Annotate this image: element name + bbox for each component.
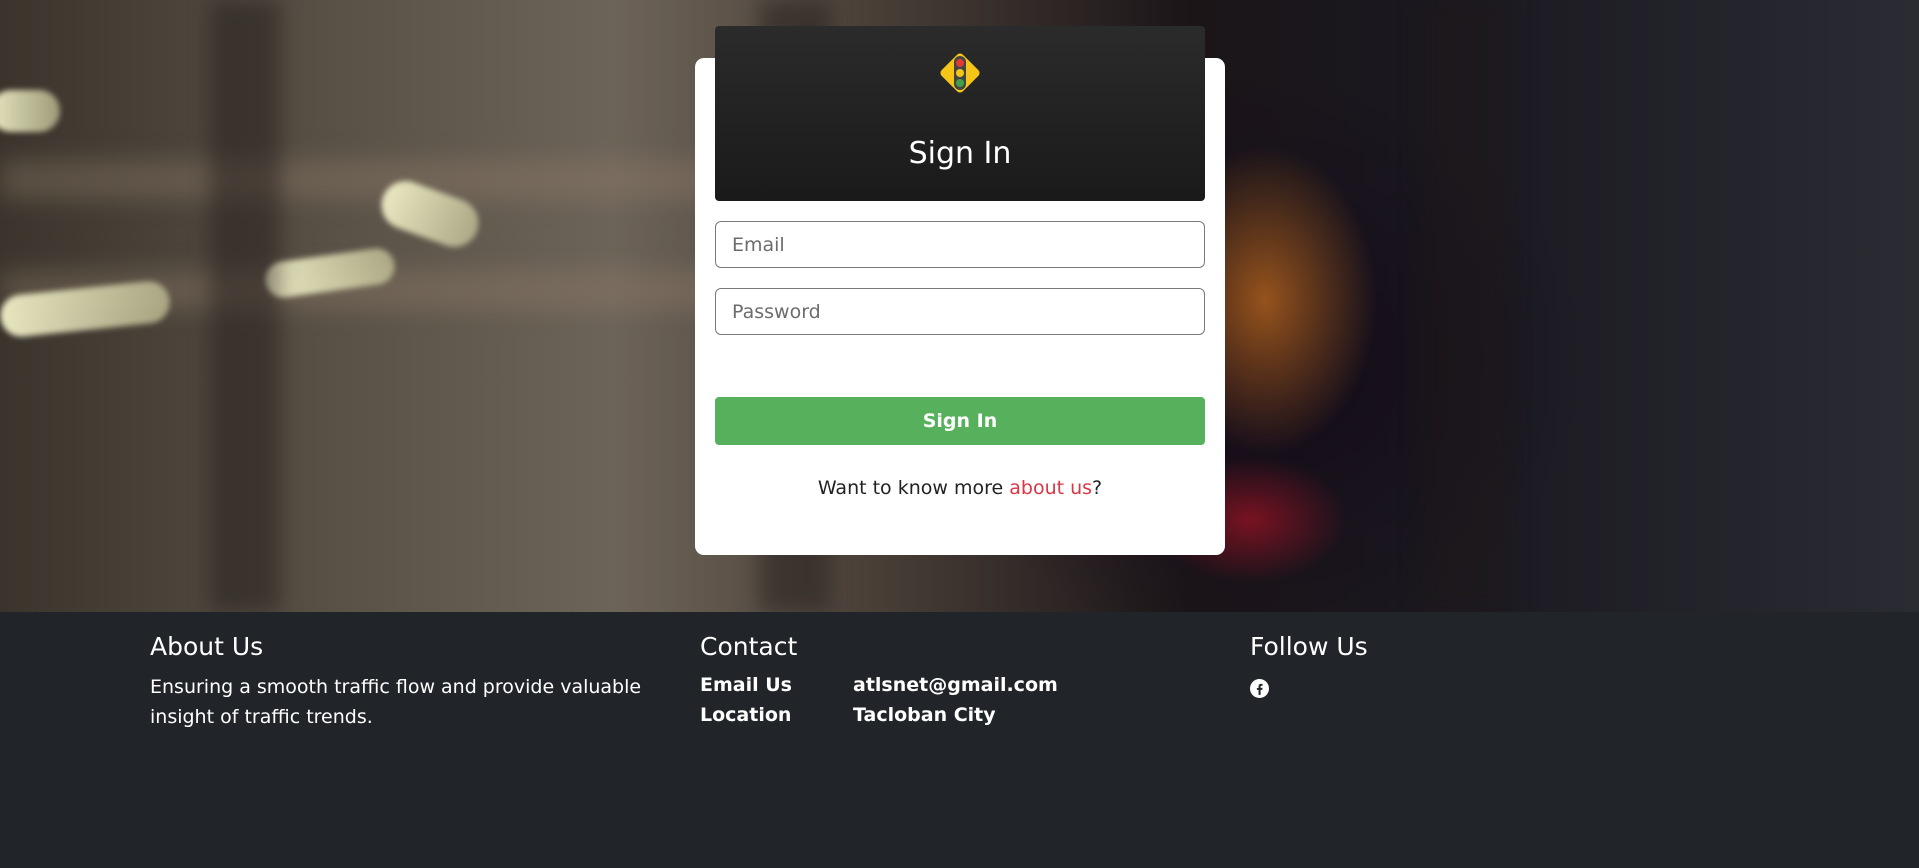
contact-email-label: Email Us	[700, 674, 792, 696]
about-us-prompt: Want to know more about us?	[715, 477, 1205, 499]
about-us-link[interactable]: about us	[1009, 477, 1092, 499]
footer-follow-title: Follow Us	[1250, 632, 1368, 661]
background-light-beam	[0, 160, 720, 200]
contact-location-value: Tacloban City	[853, 704, 996, 726]
background-light	[0, 90, 60, 132]
footer: About Us Ensuring a smooth traffic flow …	[0, 612, 1919, 868]
facebook-icon[interactable]	[1250, 679, 1269, 698]
password-field[interactable]	[715, 288, 1205, 335]
about-us-prompt-text: Want to know more	[817, 477, 1010, 499]
about-us-prompt-suffix: ?	[1092, 477, 1103, 499]
footer-about-text: Ensuring a smooth traffic flow and provi…	[150, 676, 642, 728]
contact-location-label: Location	[700, 704, 792, 726]
background-pillar	[1420, 0, 1510, 612]
footer-about-title: About Us	[150, 632, 264, 661]
sign-in-button[interactable]: Sign In	[715, 397, 1205, 445]
contact-email-value[interactable]: atlsnet@gmail.com	[853, 674, 1058, 696]
background-pillar	[210, 0, 280, 612]
page-title: Sign In	[908, 136, 1012, 171]
traffic-light-icon	[940, 53, 980, 93]
footer-contact-title: Contact	[700, 632, 798, 661]
email-field[interactable]	[715, 221, 1205, 268]
